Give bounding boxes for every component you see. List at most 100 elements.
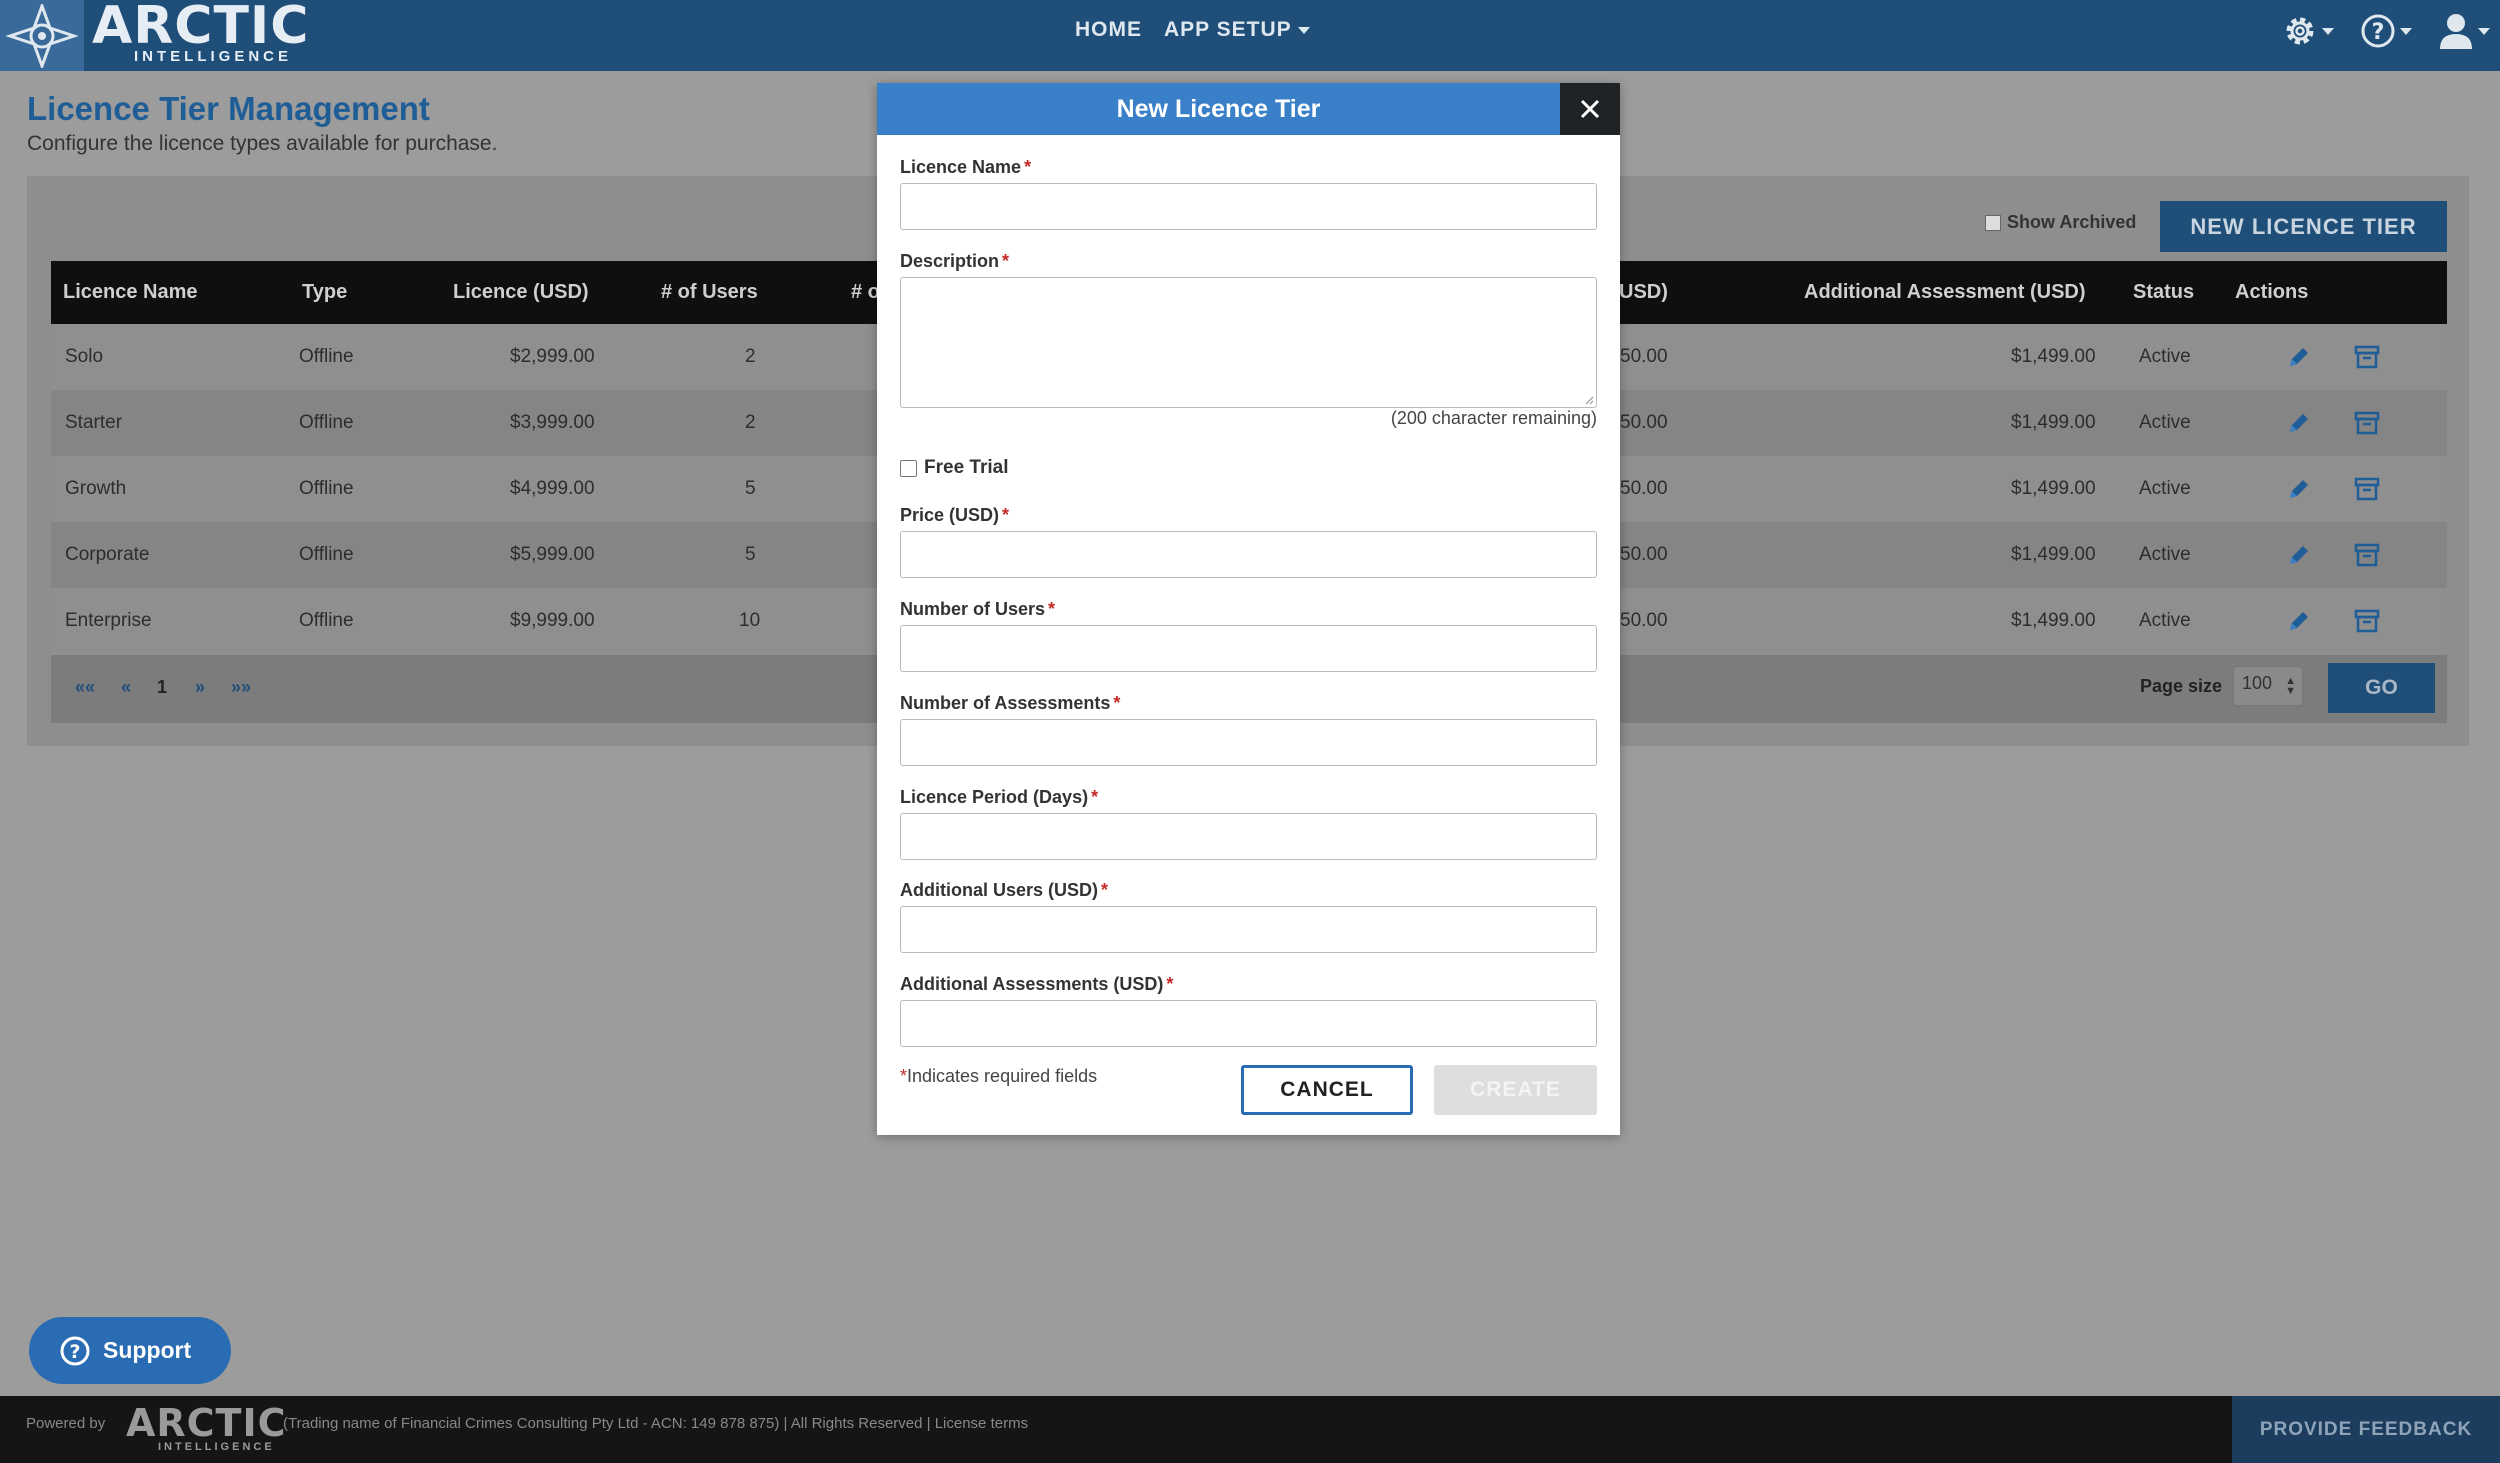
archive-icon[interactable] (2354, 344, 2380, 370)
page-size-select[interactable]: 100 ▲ ▼ (2233, 666, 2303, 706)
required-marker: * (900, 1066, 908, 1086)
pager-page-1[interactable]: 1 (157, 677, 167, 698)
main-nav: HOME APP SETUP (1075, 18, 1310, 42)
settings-menu[interactable] (2282, 13, 2334, 49)
pager-next[interactable]: » (195, 677, 205, 698)
description-label-text: Description (900, 251, 1000, 271)
column-header-assessments[interactable]: # o (851, 281, 880, 304)
pencil-icon[interactable] (2286, 608, 2312, 634)
cell-additional-assessment: $1,499.00 (2011, 412, 2096, 433)
user-icon (2440, 14, 2472, 49)
show-archived-label: Show Archived (2007, 212, 2137, 232)
additional-users-label: Additional Users (USD) * (900, 880, 1108, 901)
footer-legal-text: (Trading name of Financial Crimes Consul… (283, 1415, 1029, 1432)
cell-licence-name: Growth (65, 478, 127, 499)
powered-by-text: Powered by (26, 1415, 106, 1432)
new-licence-tier-modal: New Licence Tier Licence Name * Descripti… (877, 83, 1620, 1135)
pencil-icon[interactable] (2286, 344, 2312, 370)
cell-additional-assessment: $1,499.00 (2011, 610, 2096, 631)
licence-period-label: Licence Period (Days) * (900, 787, 1098, 808)
additional-users-input[interactable] (900, 906, 1597, 953)
licence-period-label-text: Licence Period (Days) (900, 787, 1089, 807)
show-archived-toggle[interactable]: Show Archived (1985, 212, 2136, 233)
price-input[interactable] (900, 531, 1597, 578)
modal-title: New Licence Tier (877, 83, 1560, 135)
pager-first[interactable]: «« (75, 677, 95, 698)
close-button[interactable] (1560, 83, 1620, 135)
cell-additional-assessment: $1,499.00 (2011, 478, 2096, 499)
page-subtitle: Configure the licence types available fo… (27, 132, 498, 155)
column-header-additional-assessment[interactable]: Additional Assessment (USD) (1804, 281, 2086, 304)
cell-licence-usd: $2,999.00 (510, 346, 595, 367)
cell-licence-usd: $4,999.00 (510, 478, 595, 499)
go-button[interactable]: GO (2328, 663, 2435, 713)
cell-type: Offline (299, 610, 354, 631)
cell-licence-usd: $9,999.00 (510, 610, 595, 631)
create-button[interactable]: CREATE (1434, 1065, 1597, 1115)
free-trial-toggle[interactable]: Free Trial (900, 457, 1009, 479)
archive-icon[interactable] (2354, 542, 2380, 568)
pencil-icon[interactable] (2286, 476, 2312, 502)
column-header-additional-users[interactable]: USD) (1619, 281, 1668, 304)
number-of-users-input[interactable] (900, 625, 1597, 672)
price-label-text: Price (USD) (900, 505, 1000, 525)
cell-licence-usd: $3,999.00 (510, 412, 595, 433)
required-fields-note: *Indicates required fields (900, 1066, 1097, 1087)
show-archived-checkbox[interactable] (1985, 214, 2001, 231)
question-circle-icon: ? (60, 1336, 90, 1365)
description-label: Description * (900, 251, 1009, 272)
column-header-licence-usd[interactable]: Licence (USD) (453, 281, 589, 304)
column-header-licence-name[interactable]: Licence Name (63, 281, 198, 304)
archive-icon[interactable] (2354, 410, 2380, 436)
svg-text:?: ? (2372, 20, 2385, 45)
pager-last[interactable]: »» (231, 677, 251, 698)
pager-prev[interactable]: « (121, 677, 131, 698)
column-header-status[interactable]: Status (2133, 281, 2194, 304)
help-menu[interactable]: ? (2360, 13, 2412, 49)
pencil-icon[interactable] (2286, 542, 2312, 568)
required-marker: * (1048, 599, 1056, 619)
support-label: Support (103, 1337, 192, 1363)
provide-feedback-button[interactable]: PROVIDE FEEDBACK (2232, 1396, 2500, 1463)
pencil-icon[interactable] (2286, 410, 2312, 436)
nav-app-setup[interactable]: APP SETUP (1164, 18, 1310, 42)
additional-assessments-label-text: Additional Assessments (USD) (900, 974, 1164, 994)
licence-period-input[interactable] (900, 813, 1597, 860)
archive-icon[interactable] (2354, 608, 2380, 634)
licence-name-input[interactable] (900, 183, 1597, 230)
number-of-users-label: Number of Users * (900, 599, 1055, 620)
cell-status: Active (2139, 346, 2191, 367)
required-marker: * (1002, 505, 1010, 525)
brand-logo-subtext: INTELLIGENCE (134, 48, 293, 65)
cell-additional-assessment: $1,499.00 (2011, 346, 2096, 367)
number-of-assessments-input[interactable] (900, 719, 1597, 766)
licence-name-label: Licence Name * (900, 157, 1031, 178)
cell-licence-name: Starter (65, 412, 123, 433)
new-licence-tier-button[interactable]: NEW LICENCE TIER (2160, 201, 2447, 252)
required-fields-note-text: Indicates required fields (907, 1066, 1098, 1086)
cell-additional-users: 50.00 (1620, 346, 1668, 367)
column-header-users[interactable]: # of Users (661, 281, 758, 304)
required-marker: * (1113, 693, 1121, 713)
column-header-type[interactable]: Type (302, 281, 347, 304)
description-textarea[interactable] (900, 277, 1597, 408)
cell-users: 2 (745, 346, 756, 367)
support-button[interactable]: ? Support (29, 1317, 231, 1384)
additional-assessments-input[interactable] (900, 1000, 1597, 1047)
cell-users: 5 (745, 544, 756, 565)
column-header-actions: Actions (2235, 281, 2309, 303)
archive-icon[interactable] (2354, 476, 2380, 502)
additional-users-label-text: Additional Users (USD) (900, 880, 1099, 900)
cell-licence-name: Solo (65, 346, 104, 367)
nav-home[interactable]: HOME (1075, 18, 1142, 42)
required-marker: * (1091, 787, 1099, 807)
free-trial-checkbox[interactable] (900, 459, 917, 477)
cell-users: 2 (745, 412, 756, 433)
user-menu[interactable] (2438, 12, 2490, 50)
cancel-button[interactable]: CANCEL (1241, 1065, 1413, 1115)
cell-licence-name: Enterprise (65, 610, 152, 631)
cell-licence-usd: $5,999.00 (510, 544, 595, 565)
caret-down-icon (2478, 27, 2490, 35)
resize-handle-icon[interactable] (1584, 395, 1594, 405)
cell-users: 10 (739, 610, 761, 631)
